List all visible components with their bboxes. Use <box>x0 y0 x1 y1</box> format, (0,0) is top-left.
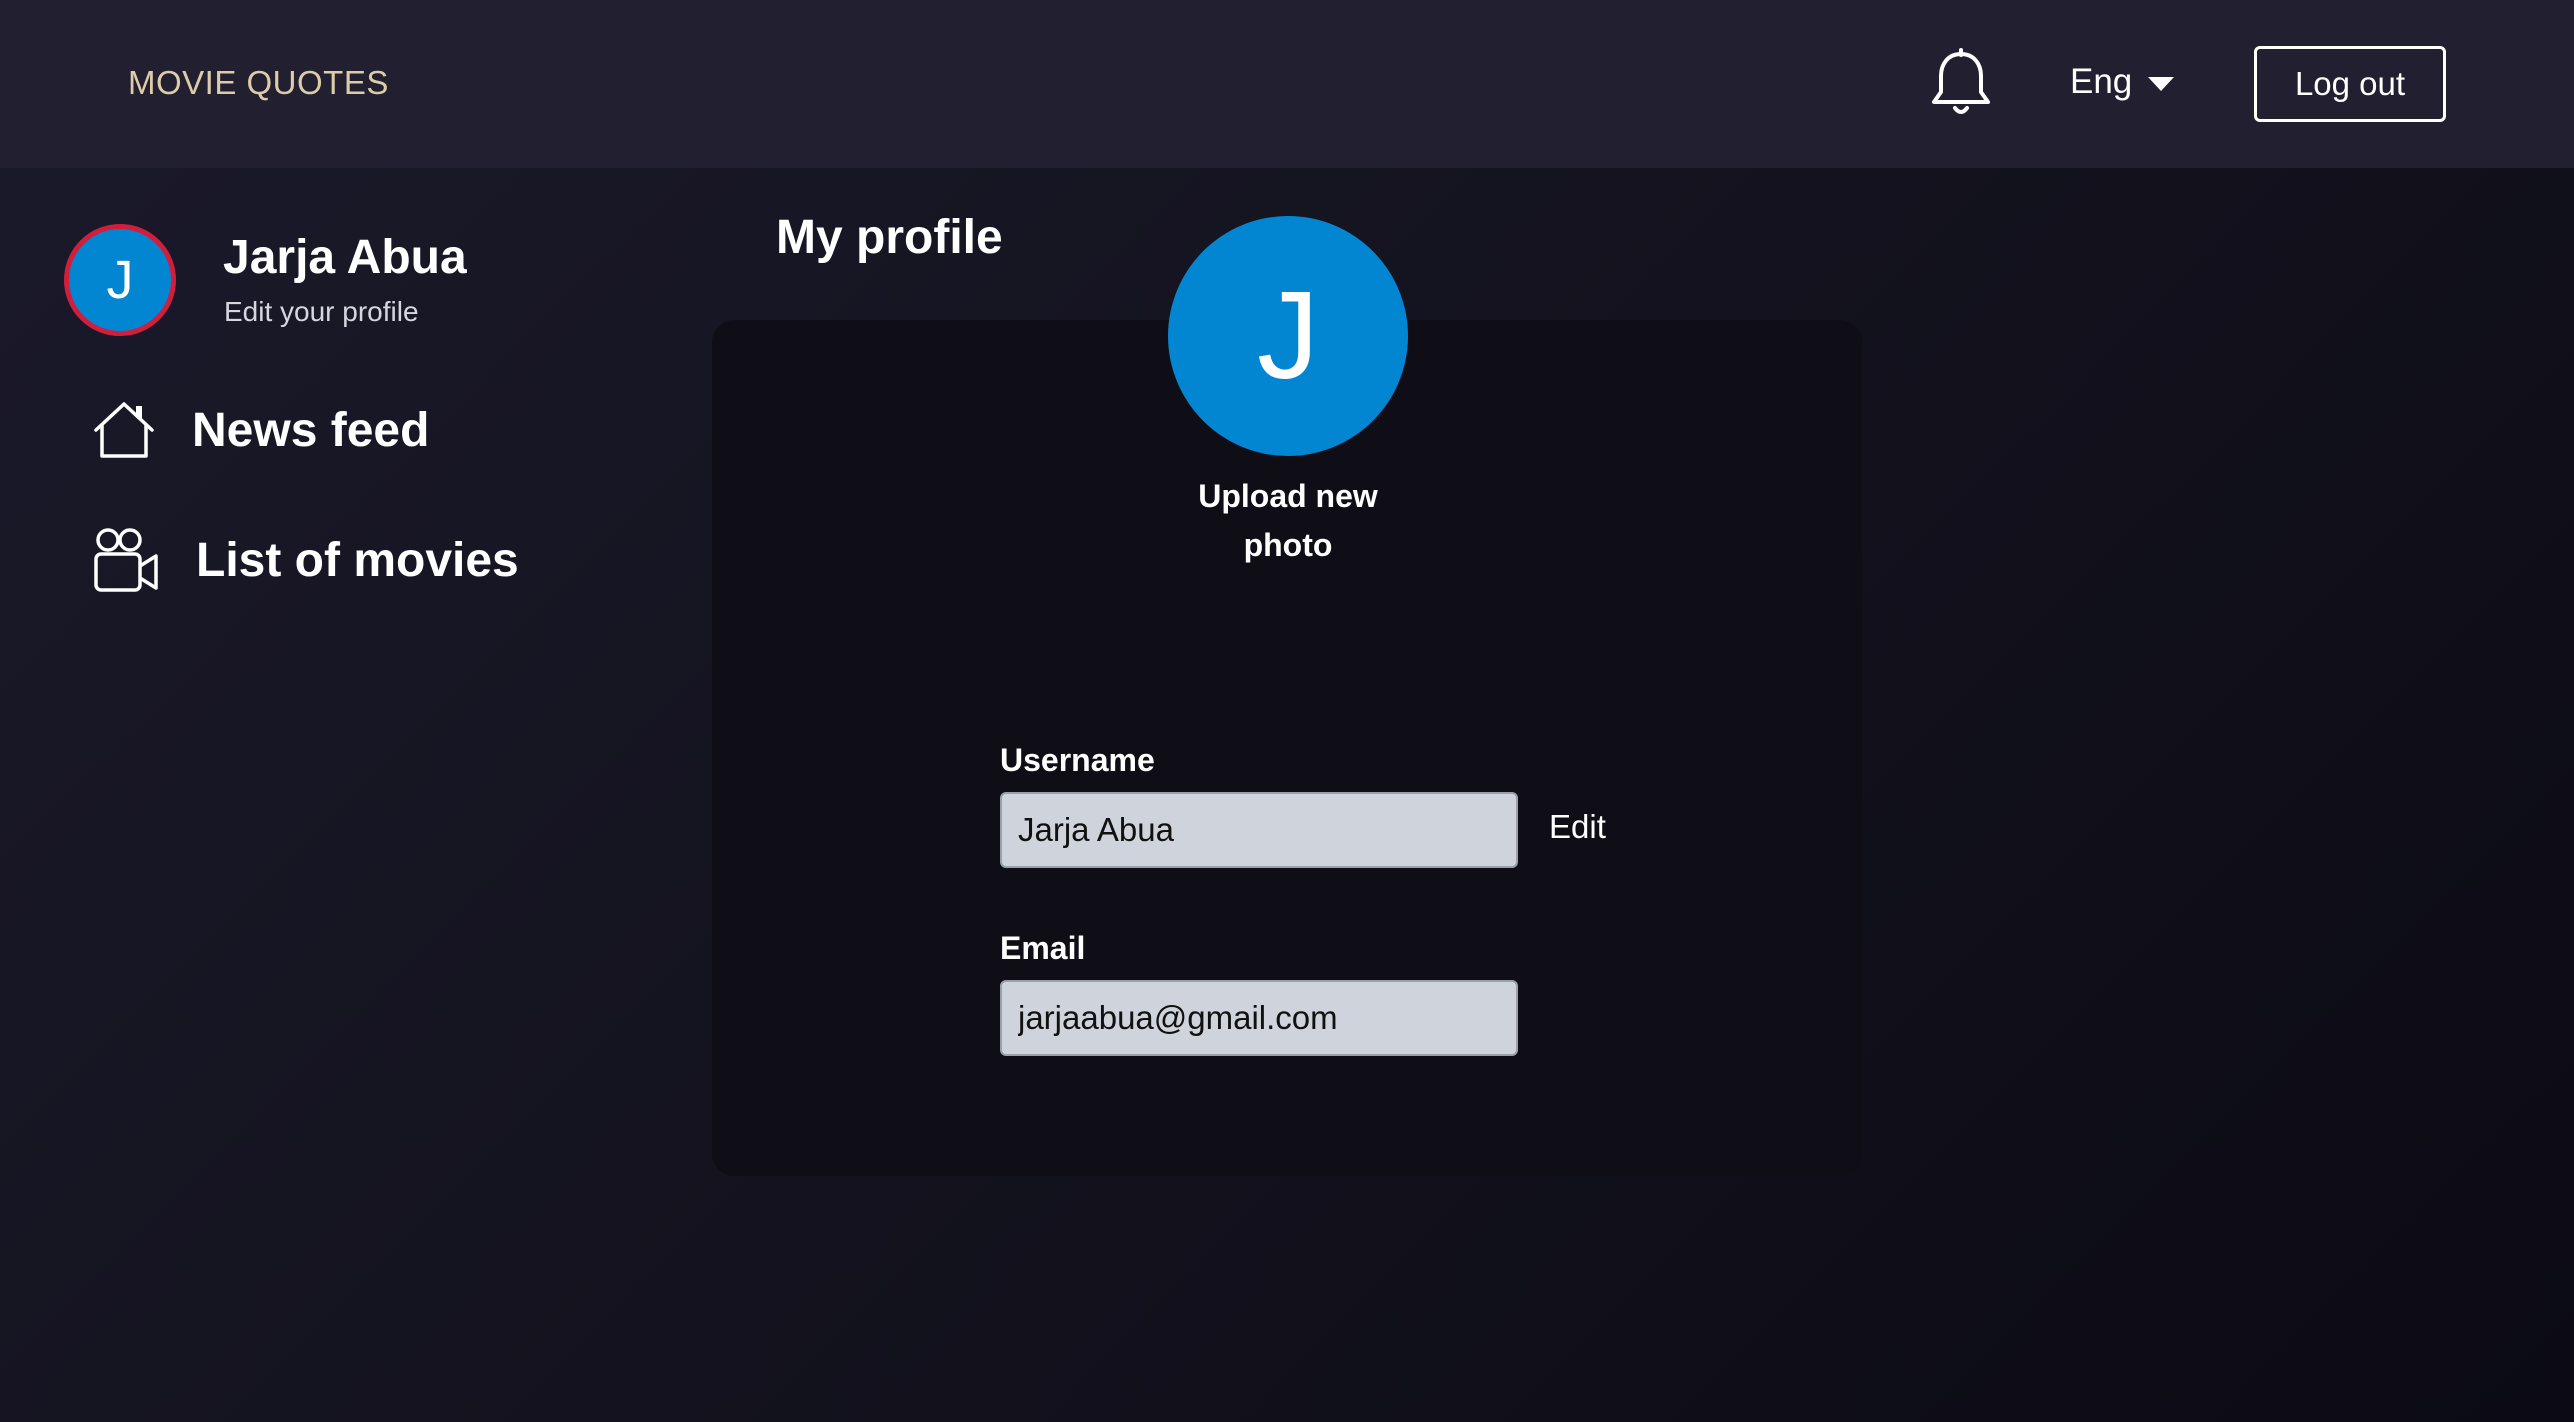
sidebar-item-label: List of movies <box>196 533 519 587</box>
top-header: MOVIE QUOTES Eng Log out <box>0 0 2574 168</box>
upload-label-line2: photo <box>1243 527 1333 563</box>
movie-camera-icon <box>94 528 158 592</box>
house-icon <box>94 402 154 458</box>
upload-photo-button[interactable]: Upload new photo <box>1168 472 1408 570</box>
logout-button[interactable]: Log out <box>2254 46 2446 122</box>
sidebar-user-name: Jarja Abua <box>223 231 467 284</box>
username-label: Username <box>1000 742 1155 778</box>
edit-username-button[interactable]: Edit <box>1549 808 1606 846</box>
notifications-button[interactable] <box>1930 48 1992 120</box>
bell-icon <box>1932 48 1990 114</box>
chevron-down-icon <box>2148 77 2175 91</box>
profile-avatar: J <box>1168 216 1408 456</box>
email-field[interactable] <box>1000 980 1518 1056</box>
brand-logo[interactable]: MOVIE QUOTES <box>128 64 389 102</box>
edit-profile-link[interactable]: Edit your profile <box>224 296 419 328</box>
sidebar-item-list-of-movies[interactable]: List of movies <box>92 526 519 594</box>
email-label: Email <box>1000 930 1086 966</box>
avatar-initial: J <box>106 250 134 310</box>
sidebar-item-news-feed[interactable]: News feed <box>92 400 429 460</box>
upload-label-line1: Upload new <box>1198 478 1378 514</box>
avatar-initial: J <box>1257 267 1319 405</box>
page-title: My profile <box>776 211 1003 264</box>
language-label: Eng <box>2070 62 2133 101</box>
avatar[interactable]: J <box>64 224 176 336</box>
sidebar-item-label: News feed <box>192 403 430 457</box>
username-field[interactable] <box>1000 792 1518 868</box>
language-selector[interactable]: Eng <box>2070 62 2175 102</box>
